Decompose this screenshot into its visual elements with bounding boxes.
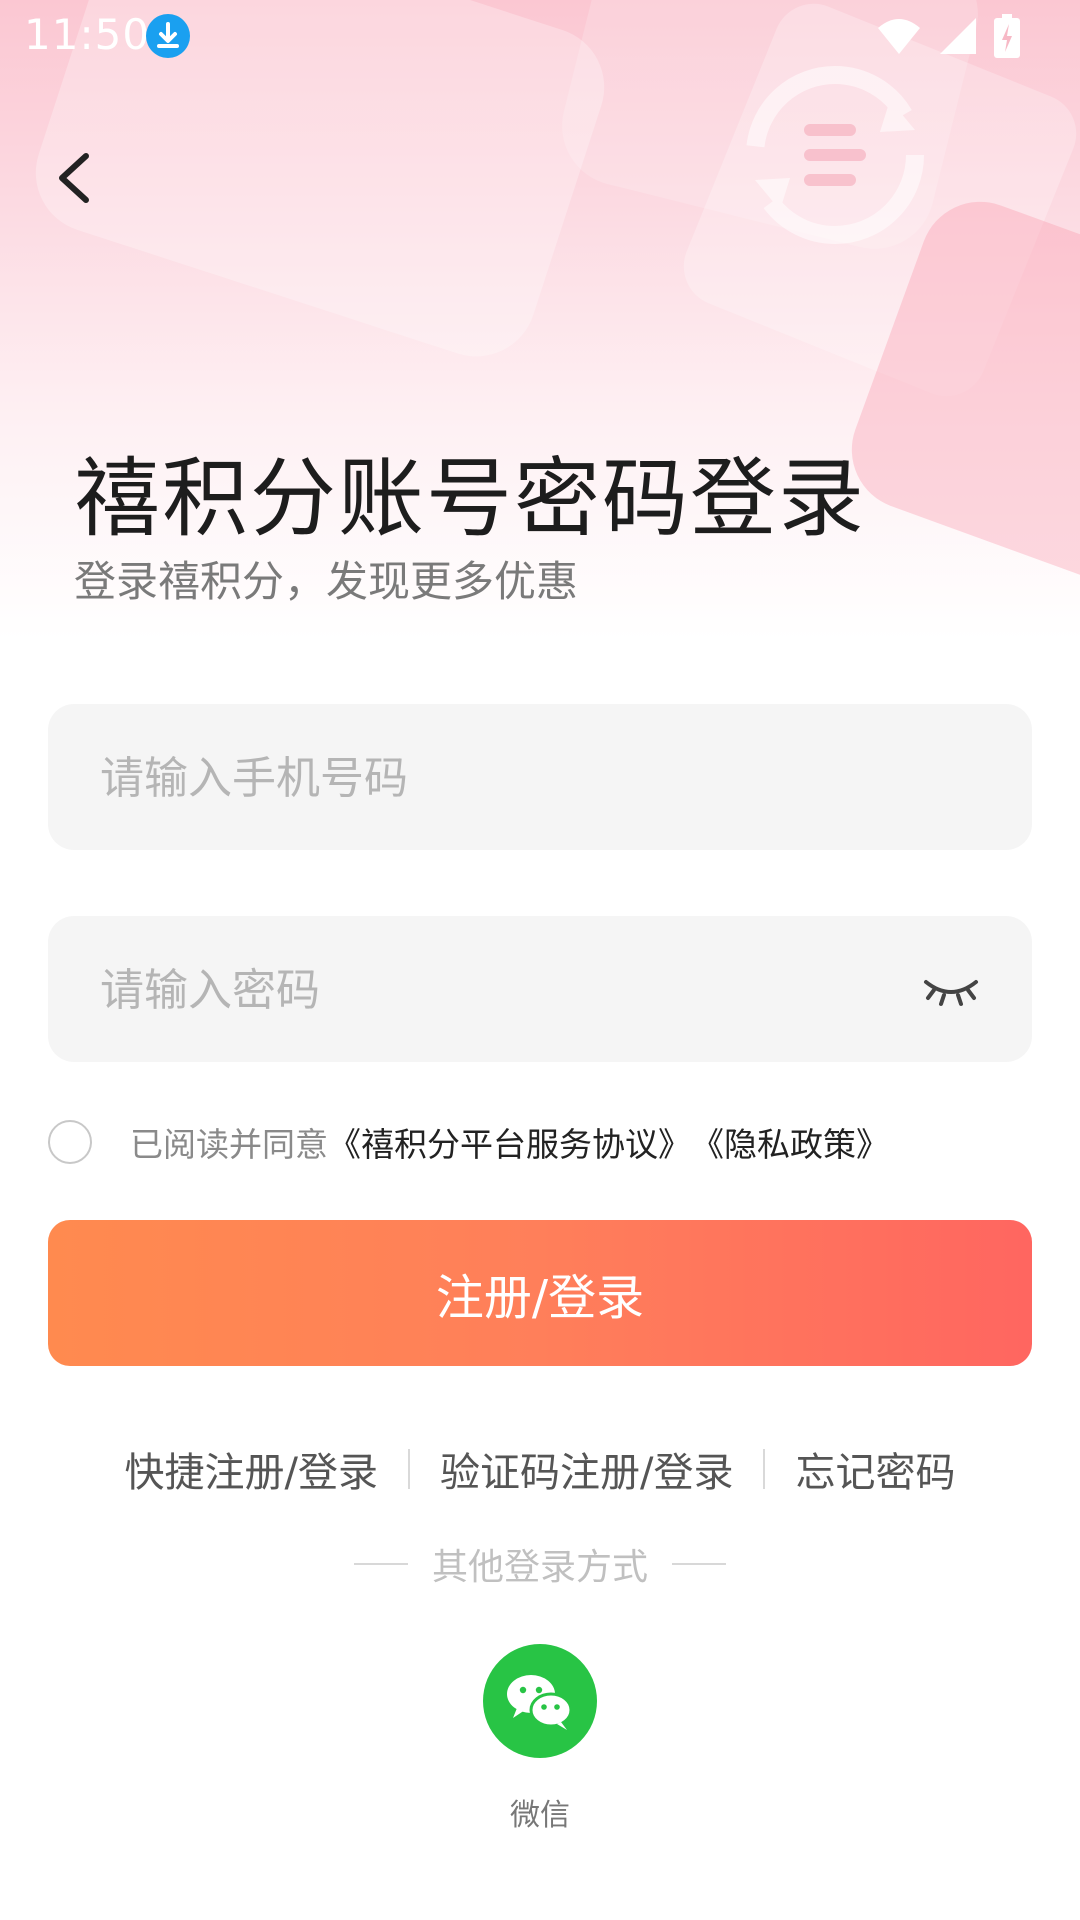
- wifi-icon: [878, 19, 920, 54]
- privacy-link[interactable]: 《隐私政策》: [691, 1118, 889, 1166]
- eye-closed-icon[interactable]: [922, 968, 980, 1008]
- divider: [408, 1449, 410, 1489]
- divider: [672, 1563, 726, 1565]
- wechat-label: 微信: [510, 1798, 570, 1833]
- phone-field: [48, 704, 1032, 852]
- page-subtitle: 登录禧积分，发现更多优惠: [74, 557, 579, 606]
- page-title: 禧积分账号密码登录: [74, 449, 866, 549]
- agreement-checkbox[interactable]: [48, 1120, 92, 1164]
- wechat-login-button[interactable]: [483, 1644, 597, 1758]
- forgot-password-link[interactable]: 忘记密码: [795, 1440, 955, 1498]
- divider: [763, 1449, 766, 1489]
- phone-input[interactable]: [98, 704, 902, 852]
- agreement-row: 已阅读并同意 《禧积分平台服务协议》 《隐私政策》: [48, 1118, 889, 1166]
- brand-logo-icon: [746, 66, 924, 244]
- wechat-icon: [507, 1675, 573, 1730]
- alt-login-links: 快捷注册/登录 验证码注册/登录 忘记密码: [0, 1440, 1080, 1498]
- sms-login-link[interactable]: 验证码注册/登录: [440, 1440, 733, 1498]
- terms-link[interactable]: 《禧积分平台服务协议》: [328, 1118, 691, 1166]
- password-input[interactable]: [98, 916, 902, 1064]
- back-arrow-icon[interactable]: [46, 148, 106, 208]
- download-icon: [146, 14, 190, 58]
- quick-login-link[interactable]: 快捷注册/登录: [125, 1440, 378, 1498]
- signal-icon: [940, 18, 976, 54]
- battery-icon: [994, 14, 1020, 58]
- status-bar: 11:50: [0, 0, 1080, 72]
- agreement-text: 已阅读并同意: [130, 1125, 328, 1164]
- password-field: [48, 916, 1032, 1064]
- login-button[interactable]: 注册/登录: [48, 1220, 1032, 1366]
- divider: [353, 1563, 408, 1565]
- other-login-title: 其他登录方式: [431, 1547, 648, 1588]
- status-time: 11:50: [24, 10, 151, 59]
- other-login-heading: 其他登录方式: [0, 1538, 1080, 1590]
